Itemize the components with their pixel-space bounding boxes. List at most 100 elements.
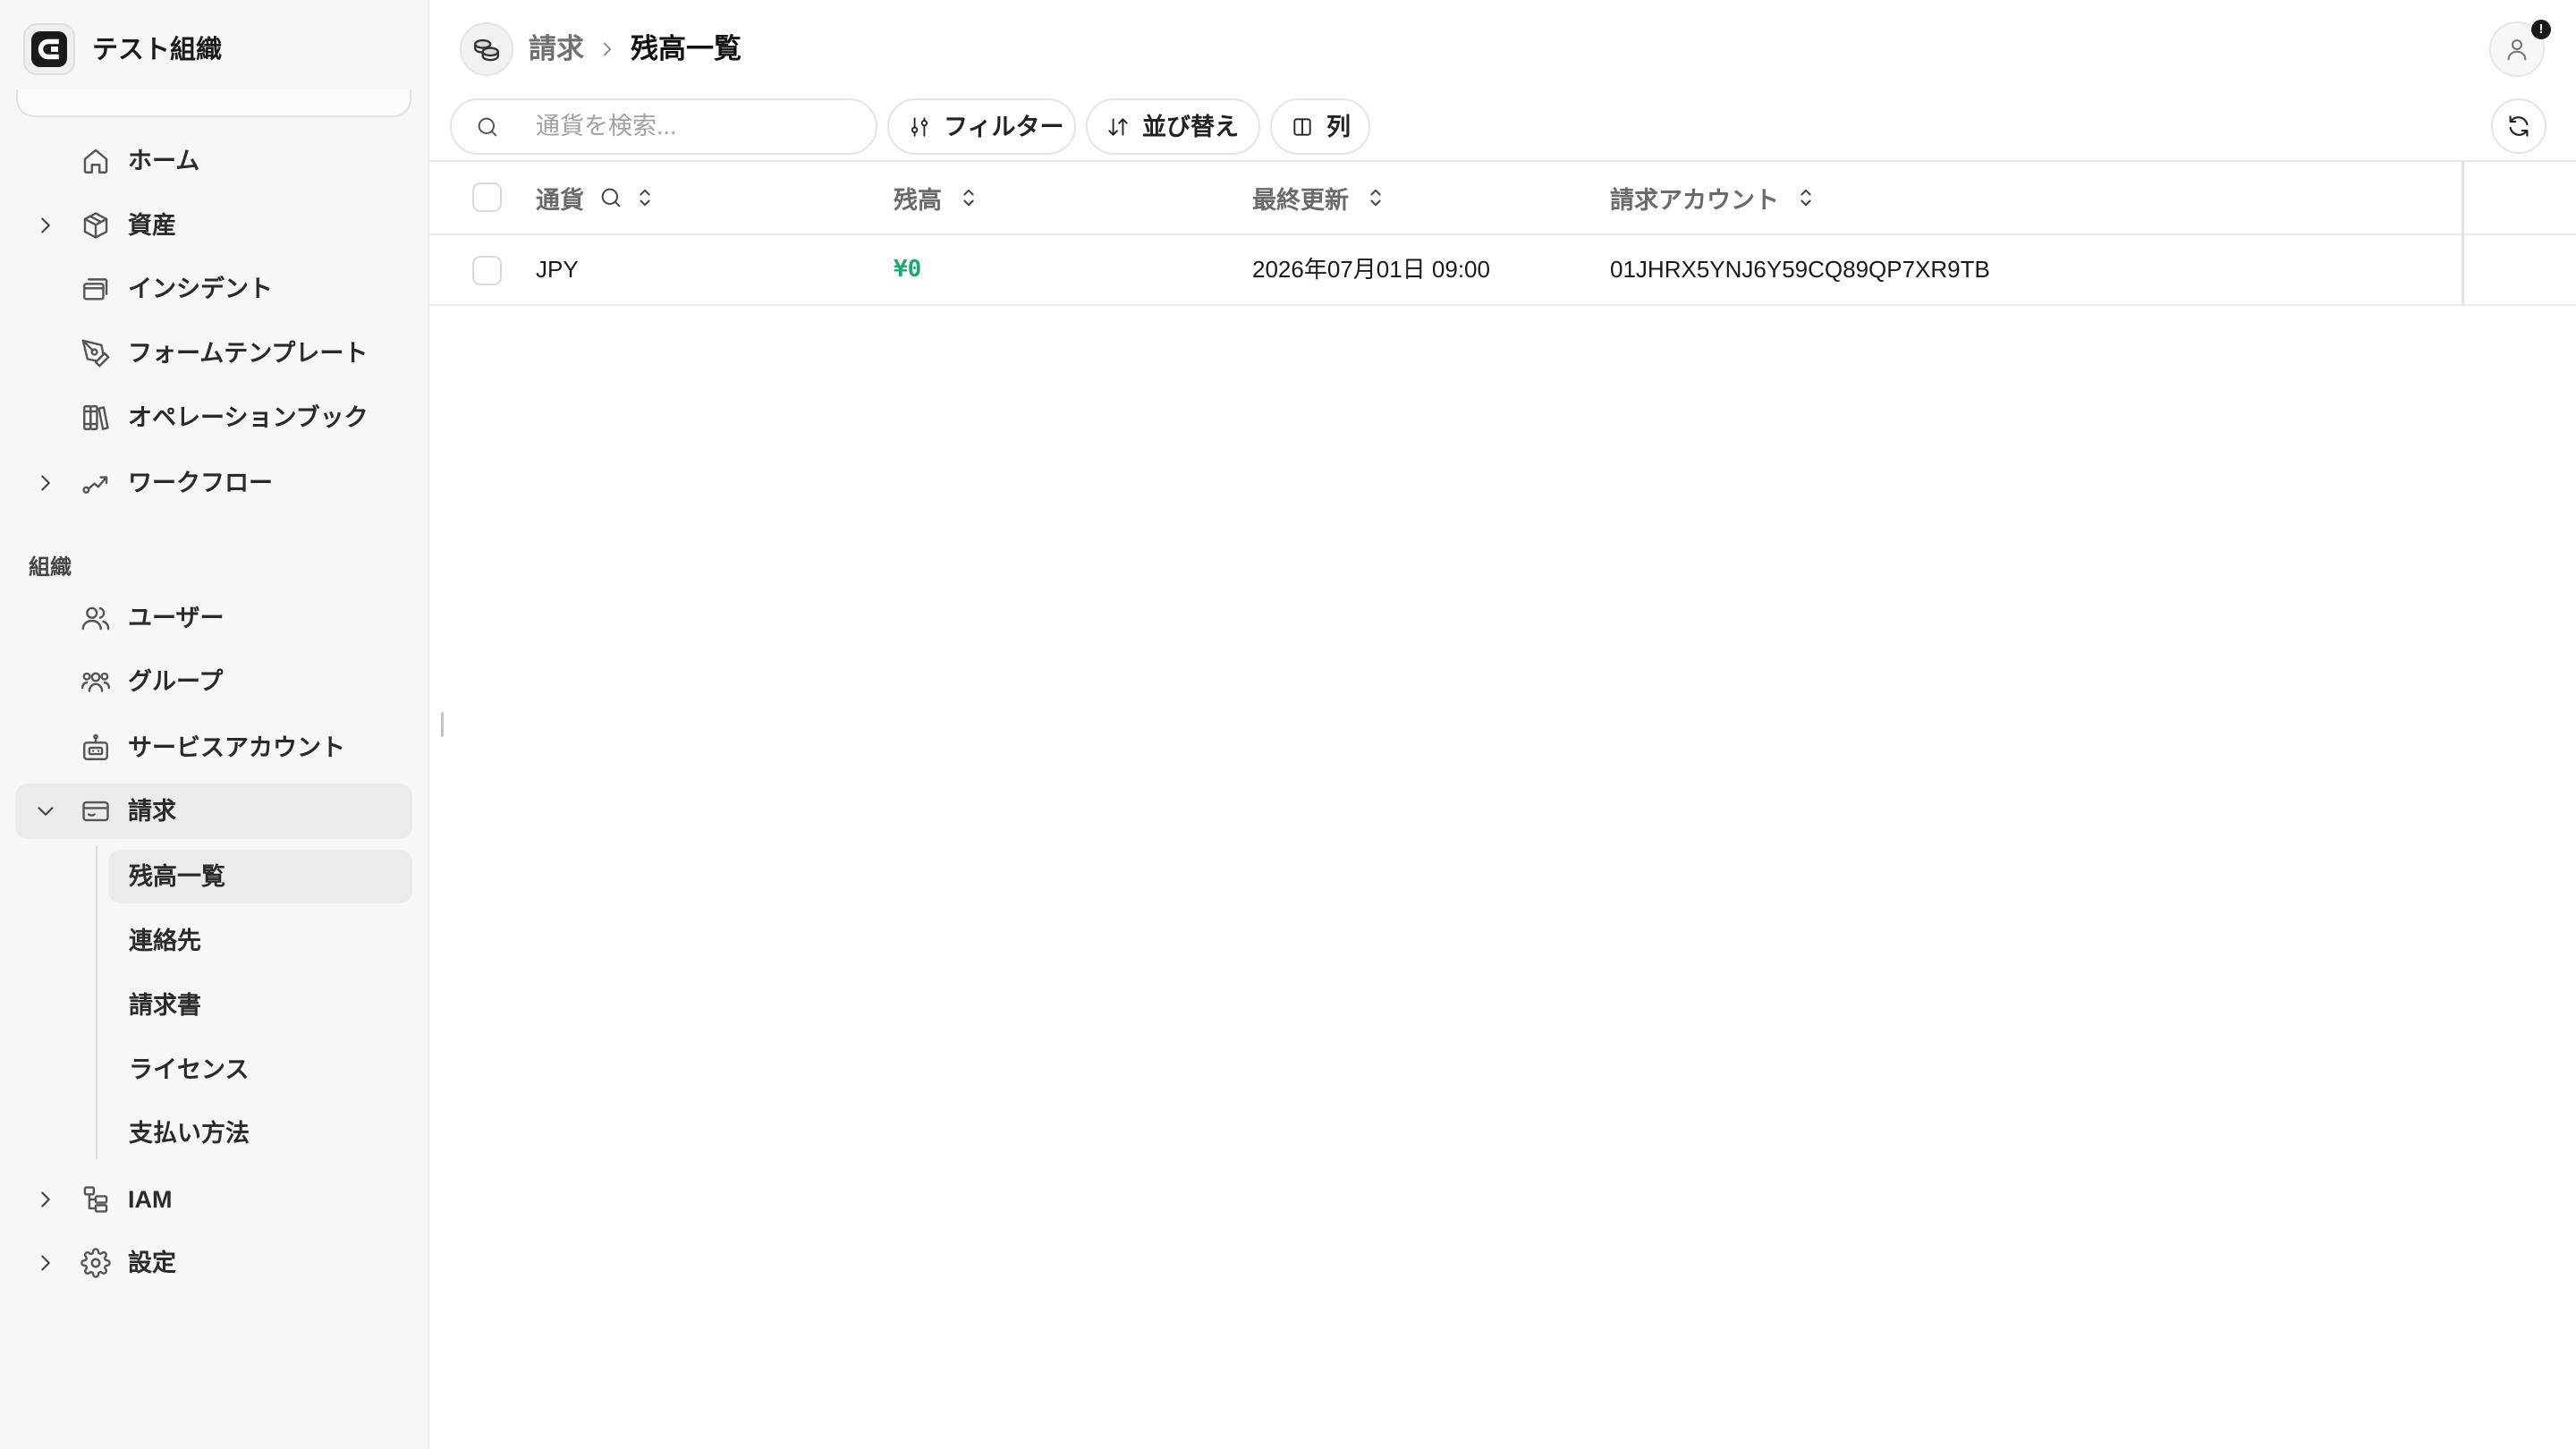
sidebar-subitem-payment-methods[interactable]: 支払い方法 [108,1106,412,1160]
workflow-icon [82,476,108,494]
sort-button-label: 並び替え [1142,113,1239,140]
column-header-label: 最終更新 [1252,186,1349,214]
row-checkbox[interactable] [472,256,502,285]
columns-button-label: 列 [1326,113,1351,140]
chevron-right-icon [603,42,612,56]
sort-chevrons-icon[interactable] [1363,185,1388,210]
home-icon [83,148,108,174]
submenu-guide-line [96,846,97,1159]
currency-search[interactable] [450,98,877,155]
cell-last-updated: 2026年07月01日 09:00 [1252,256,1490,283]
incident-icon [83,278,108,301]
table-row[interactable]: JPY ¥0 2026年07月01日 09:00 01JHRX5YNJ6Y59C… [429,235,2576,306]
columns-icon [1293,117,1311,136]
sidebar-item-label: 設定 [128,1250,176,1276]
sticky-column-divider [2462,162,2464,306]
robot-icon [83,733,108,760]
sidebar-resize-handle[interactable] [441,712,444,737]
filter-button-label: フィルター [944,113,1064,140]
chevron-right-icon[interactable] [32,470,59,496]
page-title: 残高一覧 [631,33,741,64]
billing-icon [82,801,109,822]
table-header-row: 通貨 残高 最終更新 請求アカウント [429,162,2576,235]
select-all-checkbox[interactable] [472,182,502,212]
sidebar-item-incidents[interactable]: インシデント [15,261,412,317]
org-name[interactable]: テスト組織 [92,33,222,67]
notification-badge: ! [2529,18,2553,41]
sidebar-search-box[interactable] [16,89,411,117]
column-header-billing-account[interactable]: 請求アカウント [1610,162,1818,233]
column-header-label: 請求アカウント [1610,186,1779,214]
sidebar-item-iam[interactable]: IAM [15,1172,412,1227]
cell-balance: ¥0 [894,256,922,283]
columns-button[interactable]: 列 [1270,98,1370,155]
sort-arrows-icon [1108,117,1128,136]
users-icon [81,606,110,631]
search-input[interactable] [536,100,858,153]
hierarchy-icon [83,1186,108,1213]
sidebar-subitem-invoices[interactable]: 請求書 [108,979,412,1032]
column-header-balance[interactable]: 残高 [894,162,981,233]
sidebar-item-label: オペレーションブック [128,404,369,431]
sidebar-subitem-label: 残高一覧 [129,863,225,890]
sidebar-item-billing[interactable]: 請求 [15,784,412,839]
chevron-right-icon[interactable] [32,212,59,239]
sort-chevrons-icon[interactable] [1793,185,1818,210]
sidebar-item-groups[interactable]: グループ [15,654,412,709]
refresh-icon [2509,115,2529,137]
chevron-right-icon[interactable] [32,1186,59,1213]
column-header-currency[interactable]: 通貨 [536,162,657,233]
breadcrumb: 請求 残高一覧 [529,32,741,66]
sidebar-item-assets[interactable]: 資産 [15,198,412,253]
chevron-down-icon[interactable] [32,798,59,825]
cell-currency: JPY [536,256,579,283]
cube-icon [83,212,108,239]
sort-chevrons-icon[interactable] [956,185,981,210]
filter-button[interactable]: フィルター [887,98,1076,155]
sidebar-item-users[interactable]: ユーザー [15,590,412,646]
sidebar-item-label: ホーム [128,148,200,174]
sidebar-item-label: 資産 [128,212,176,239]
refresh-button[interactable] [2491,98,2546,154]
group-icon [80,672,111,692]
chevron-right-icon[interactable] [32,1250,59,1276]
sidebar-item-label: グループ [128,668,224,695]
coins-icon [474,38,499,62]
sidebar-section-label: 組織 [29,555,72,580]
org-logo-icon[interactable] [23,23,75,75]
sidebar-item-label: IAM [128,1186,173,1213]
sidebar-item-label: サービスアカウント [128,734,345,761]
search-icon [478,117,497,137]
user-icon [2507,38,2527,61]
sidebar-item-form-templates[interactable]: フォームテンプレート [15,326,412,381]
search-icon[interactable] [598,185,623,210]
column-header-label: 残高 [894,186,942,214]
sidebar-item-service-accounts[interactable]: サービスアカウント [15,720,412,775]
sidebar-item-home[interactable]: ホーム [15,133,412,189]
sidebar-item-label: 請求 [128,798,176,825]
gear-icon [80,1248,111,1278]
sort-chevrons-icon[interactable] [632,185,657,210]
sidebar-item-settings[interactable]: 設定 [15,1235,412,1291]
sidebar-subitem-label: 連絡先 [129,928,201,954]
sidebar-subitem-label: 請求書 [129,992,201,1019]
sidebar-subitem-label: ライセンス [129,1056,250,1083]
breadcrumb-page-icon [460,22,513,76]
column-header-last-updated[interactable]: 最終更新 [1252,162,1388,233]
sidebar-item-label: ユーザー [128,605,225,631]
sidebar-item-label: ワークフロー [128,470,273,496]
sidebar-item-operation-books[interactable]: オペレーションブック [15,390,412,445]
sidebar-item-label: インシデント [128,275,273,302]
sidebar: テスト組織 ホーム 資産 インシデント フォームテンプレート オペレーションブッ… [0,0,429,1449]
cell-billing-account[interactable]: 01JHRX5YNJ6Y59CQ89QP7XR9TB [1610,235,1990,304]
sidebar-item-workflows[interactable]: ワークフロー [15,455,412,511]
column-header-label: 通貨 [536,186,584,214]
sidebar-item-label: フォームテンプレート [128,340,369,367]
breadcrumb-item-billing[interactable]: 請求 [529,32,584,66]
sidebar-subitem-balances[interactable]: 残高一覧 [108,850,412,903]
pen-tool-icon [81,339,110,368]
sidebar-subitem-licenses[interactable]: ライセンス [108,1043,412,1097]
sort-button[interactable]: 並び替え [1086,98,1260,155]
sidebar-subitem-contacts[interactable]: 連絡先 [108,914,412,968]
filter-sliders-icon [911,116,928,137]
